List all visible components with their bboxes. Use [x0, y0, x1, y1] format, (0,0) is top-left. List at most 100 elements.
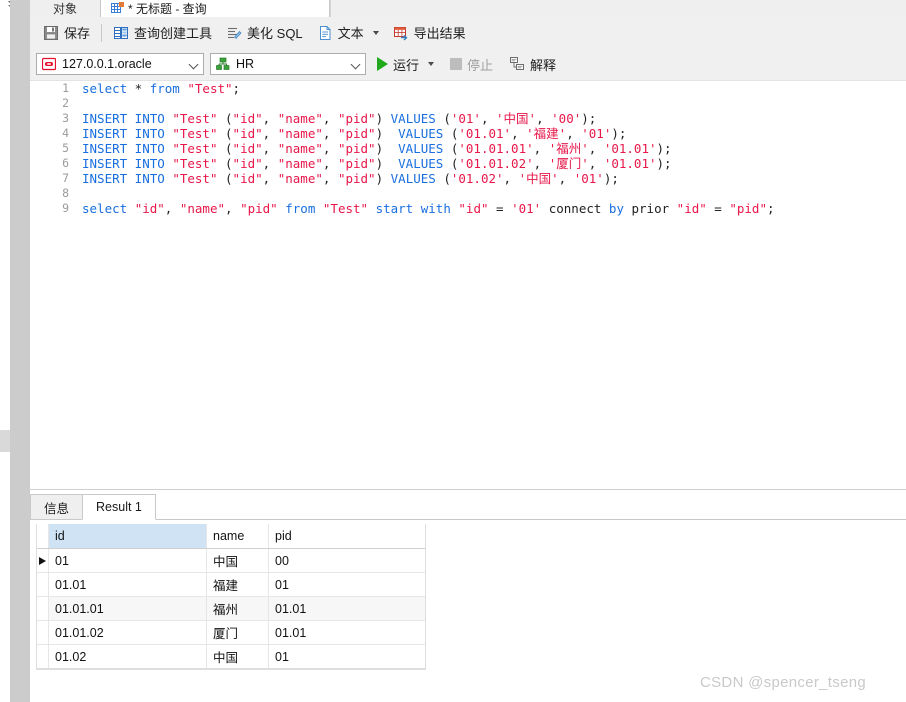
export-results-icon: [393, 25, 409, 41]
cell-name[interactable]: 中国: [207, 645, 269, 668]
code-token: "id": [458, 201, 489, 216]
code-token: ,: [262, 111, 278, 126]
code-token: (: [217, 141, 233, 156]
table-row[interactable]: 01.01.01 福州 01.01: [37, 597, 425, 621]
code-token: '01': [511, 201, 542, 216]
results-tab-bar: 信息 Result 1: [30, 490, 906, 520]
query-grid-icon: [111, 2, 124, 15]
chevron-down-icon[interactable]: [189, 59, 199, 69]
cell-pid[interactable]: 00: [269, 549, 425, 572]
code-token: ): [375, 126, 399, 141]
code-token: );: [656, 141, 672, 156]
stop-button[interactable]: 停止: [445, 52, 498, 76]
code-token: by: [608, 201, 624, 216]
table-row[interactable]: 01.01.02 厦门 01.01: [37, 621, 425, 645]
row-marker[interactable]: [37, 573, 49, 596]
chevron-down-icon[interactable]: [351, 59, 361, 69]
save-button[interactable]: 保存: [36, 21, 97, 45]
code-token: '01': [450, 111, 481, 126]
code-token: "id": [232, 111, 263, 126]
toolbar-separator: [101, 23, 103, 42]
schema-select[interactable]: HR: [210, 53, 366, 75]
explain-plan-icon: [509, 56, 525, 72]
code-token: "Test": [172, 156, 218, 171]
column-header-id[interactable]: id: [49, 524, 207, 548]
row-marker[interactable]: [37, 549, 49, 572]
explain-button[interactable]: 解释: [504, 52, 561, 76]
results-pane: 信息 Result 1 id name pid 01 中国 00 01.01 福建 01 01.0…: [30, 489, 906, 702]
table-row[interactable]: 01 中国 00: [37, 549, 425, 573]
code-token: INSERT INTO: [82, 171, 165, 186]
tab-objects[interactable]: 对象: [30, 0, 100, 17]
row-marker[interactable]: [37, 645, 49, 668]
cell-pid[interactable]: 01.01: [269, 621, 425, 644]
schema-tree-icon: [216, 57, 230, 71]
cell-pid[interactable]: 01: [269, 573, 425, 596]
query-builder-button[interactable]: 查询创建工具: [106, 21, 219, 45]
cell-pid[interactable]: 01: [269, 645, 425, 668]
tab-messages[interactable]: 信息: [30, 494, 84, 519]
code-token: (: [217, 111, 233, 126]
code-token: INSERT INTO: [82, 126, 165, 141]
code-token: (: [443, 141, 459, 156]
line-number: 4: [62, 126, 69, 140]
code-line: INSERT INTO "Test" ("id", "name", "pid")…: [77, 156, 906, 171]
code-token: '01.01.02': [458, 156, 534, 171]
code-token: "id": [134, 201, 165, 216]
row-marker[interactable]: [37, 597, 49, 620]
chevron-down-icon[interactable]: [428, 62, 435, 66]
run-button[interactable]: 运行: [372, 52, 439, 76]
code-token: (: [217, 156, 233, 171]
column-header-name[interactable]: name: [207, 524, 269, 548]
code-line: select "id", "name", "pid" from "Test" s…: [77, 201, 906, 216]
code-token: ,: [533, 156, 549, 171]
column-header-pid[interactable]: pid: [269, 524, 425, 548]
code-token: "name": [277, 171, 323, 186]
result-grid[interactable]: id name pid 01 中国 00 01.01 福建 01 01.01.01 福州 01.01 0…: [36, 524, 426, 670]
table-row[interactable]: 01.01 福建 01: [37, 573, 425, 597]
line-number: 2: [62, 96, 69, 110]
code-token: ,: [322, 156, 338, 171]
connection-bar: 127.0.0.1.oracle HR 运行 停止 解释: [30, 48, 906, 80]
code-token: ,: [262, 156, 278, 171]
text-mode-button[interactable]: 文本: [310, 21, 386, 45]
text-mode-label: 文本: [337, 26, 364, 41]
tab-query[interactable]: * 无标题 - 查询: [100, 0, 330, 17]
line-number: 5: [62, 141, 69, 155]
code-token: '福州': [548, 141, 589, 156]
cell-name[interactable]: 福建: [207, 573, 269, 596]
save-disk-icon: [43, 25, 59, 41]
code-token: ): [375, 156, 399, 171]
editor-code-area[interactable]: select * from "Test"; INSERT INTO "Test"…: [77, 81, 906, 489]
query-builder-icon: [113, 25, 129, 41]
connection-select[interactable]: 127.0.0.1.oracle: [36, 53, 204, 75]
cell-id[interactable]: 01.01.02: [49, 621, 207, 644]
cell-id[interactable]: 01: [49, 549, 207, 572]
code-line: INSERT INTO "Test" ("id", "name", "pid")…: [77, 141, 906, 156]
cell-id[interactable]: 01.02: [49, 645, 207, 668]
code-token: "Test": [322, 201, 369, 216]
table-row[interactable]: 01.02 中国 01: [37, 645, 425, 669]
tab-result-1[interactable]: Result 1: [82, 494, 156, 520]
code-token: ;: [232, 81, 241, 96]
code-token: "Test": [172, 141, 218, 156]
cell-name[interactable]: 中国: [207, 549, 269, 572]
code-token: connect: [541, 201, 609, 216]
code-token: VALUES: [398, 141, 444, 156]
code-token: ): [375, 141, 399, 156]
cell-id[interactable]: 01.01.01: [49, 597, 207, 620]
cell-name[interactable]: 厦门: [207, 621, 269, 644]
chevron-down-icon[interactable]: [372, 30, 379, 35]
row-marker[interactable]: [37, 621, 49, 644]
cell-name[interactable]: 福州: [207, 597, 269, 620]
cell-pid[interactable]: 01.01: [269, 597, 425, 620]
export-results-button[interactable]: 导出结果: [386, 21, 473, 45]
cell-id[interactable]: 01.01: [49, 573, 207, 596]
code-token: "pid": [337, 171, 376, 186]
tab-query-label: * 无标题 - 查询: [128, 2, 207, 16]
sidebar-dock-strip[interactable]: [10, 0, 30, 702]
sql-editor[interactable]: 123456789 select * from "Test"; INSERT I…: [30, 80, 906, 489]
beautify-sql-button[interactable]: 美化 SQL: [219, 21, 310, 45]
